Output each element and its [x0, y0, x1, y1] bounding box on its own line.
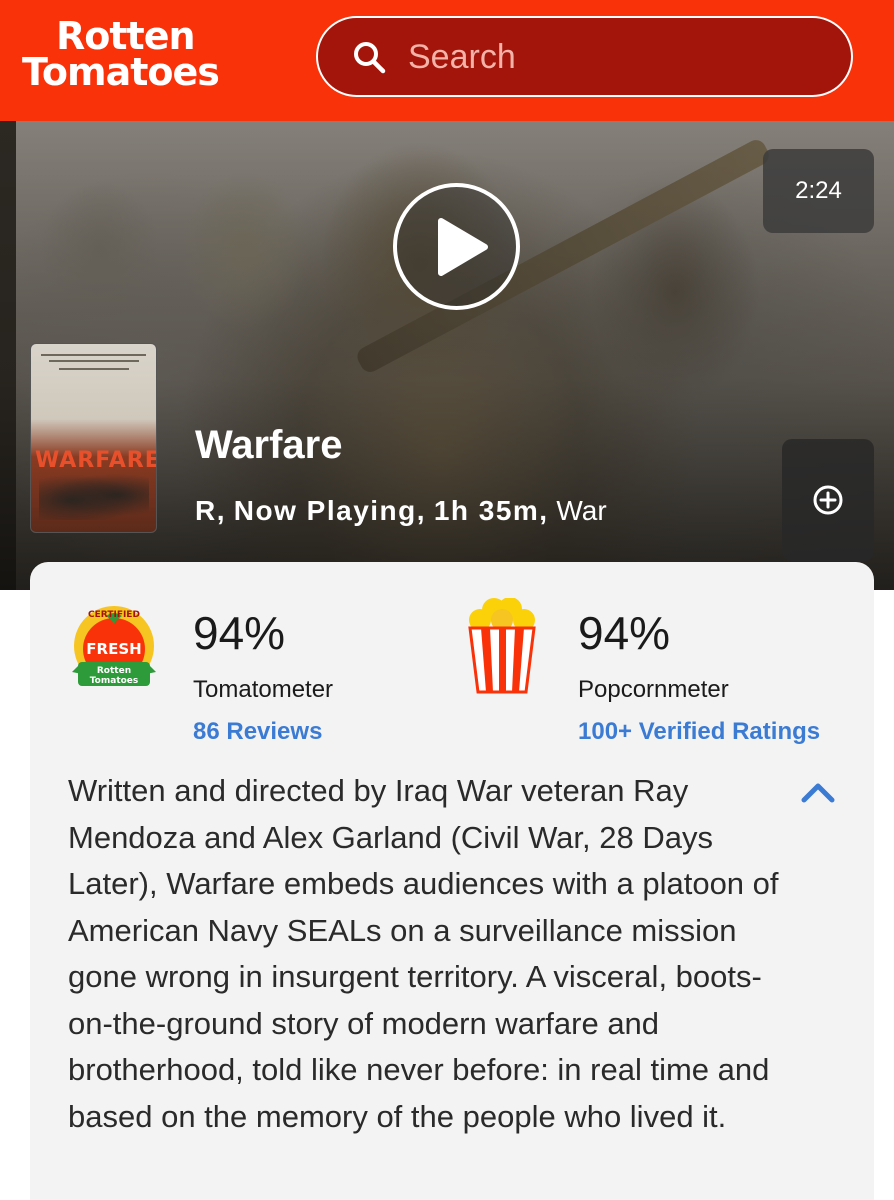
popcornmeter-label: Popcornmeter [578, 676, 729, 703]
popcorn-icon[interactable] [466, 598, 538, 696]
search-bar[interactable] [316, 16, 853, 97]
scores-card: CERTIFIED FRESH Rotten Tomatoes 94% Toma… [30, 562, 874, 1200]
poster-figures [39, 470, 149, 520]
chevron-up-icon[interactable] [800, 778, 836, 806]
play-icon [438, 218, 488, 276]
popcornmeter-ratings-link[interactable]: 100+ Verified Ratings [578, 718, 826, 746]
movie-title: Warfare [195, 423, 343, 467]
badge-top-text: CERTIFIED [88, 610, 140, 620]
search-icon[interactable] [352, 40, 386, 74]
movie-synopsis: Written and directed by Iraq War veteran… [68, 773, 779, 1134]
movie-rating: R, [195, 495, 226, 526]
video-duration-badge: 2:24 [763, 149, 874, 233]
poster-credit-line [59, 368, 129, 370]
movie-runtime: 1h 35m, [433, 495, 549, 526]
badge-fresh-text: FRESH [86, 640, 141, 658]
movie-metadata: R, Now Playing, 1h 35m, War [195, 495, 607, 527]
poster-credit-line [41, 354, 146, 356]
badge-logo-line-2: Tomatoes [90, 676, 139, 686]
trailer-hero[interactable]: 2:24 WARFARE Warfare R, Now Playing, 1h … [0, 121, 894, 590]
tomatometer-reviews-link[interactable]: 86 Reviews [193, 718, 423, 746]
play-trailer-button[interactable] [393, 183, 520, 310]
logo-line-1: Rotten [56, 14, 196, 58]
tomatometer-score: 94% [193, 607, 286, 659]
popcornmeter-score: 94% [578, 607, 671, 659]
tomatometer-label: Tomatometer [193, 676, 334, 703]
search-input[interactable] [408, 36, 808, 78]
add-to-watchlist-button[interactable] [782, 439, 874, 561]
movie-genre: War [556, 495, 607, 526]
logo-line-2: Tomatoes [22, 50, 220, 94]
plus-circle-icon [813, 485, 843, 515]
poster-credit-line [49, 360, 139, 362]
rotten-tomatoes-logo[interactable]: Rotten Tomatoes [22, 14, 272, 96]
movie-poster[interactable]: WARFARE [30, 343, 157, 533]
certified-fresh-icon[interactable]: CERTIFIED FRESH Rotten Tomatoes [68, 602, 160, 694]
site-header: Rotten Tomatoes [0, 0, 894, 121]
movie-status: Now Playing, [233, 495, 427, 526]
badge-logo-line-1: Rotten [97, 666, 131, 676]
